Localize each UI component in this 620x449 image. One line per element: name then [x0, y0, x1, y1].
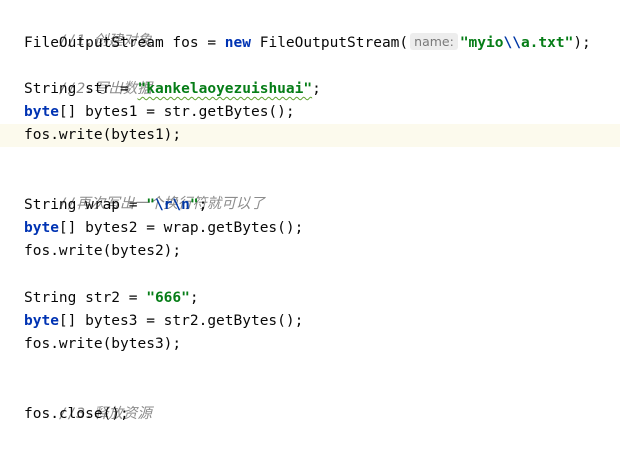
string-declaration: String str =	[24, 81, 138, 97]
code-line-6-current[interactable]: fos.write(bytes1);	[0, 124, 620, 147]
code-line-9[interactable]: String wrap = "\r\n";	[24, 194, 620, 217]
statement-end: ;	[312, 81, 321, 97]
constructor-call: FileOutputStream(	[251, 35, 409, 51]
write-call: fos.write(bytes1);	[24, 127, 182, 143]
code-line-15[interactable]: fos.write(bytes3);	[24, 333, 620, 356]
code-line-11[interactable]: fos.write(bytes2);	[24, 240, 620, 263]
keyword-byte: byte	[24, 104, 59, 120]
parameter-name-hint: name:	[410, 33, 458, 50]
keyword-new: new	[224, 35, 251, 51]
code-line-4[interactable]: String str = "kankelaoyezuishuai";	[24, 78, 620, 101]
statement-end: ;	[189, 290, 199, 306]
keyword-byte: byte	[24, 220, 59, 236]
write-call: fos.write(bytes2);	[24, 243, 182, 259]
string-literal-path-end: a.txt"	[520, 35, 574, 51]
byte-array-statement: [] bytes3 = str2.getBytes();	[58, 313, 304, 329]
string-literal-path-start: "myio	[459, 35, 504, 51]
keyword-byte: byte	[24, 313, 59, 329]
string-declaration: String wrap =	[24, 197, 147, 213]
string-literal-666: "666"	[146, 290, 190, 306]
string-quote-open: "	[146, 197, 155, 213]
code-editor[interactable]: //1.创建对象 FileOutputStream fos = new File…	[0, 0, 620, 433]
code-line-18[interactable]: fos.close();	[24, 403, 620, 426]
statement-end: ;	[198, 197, 208, 213]
code-line-8[interactable]: //再次写出一个换行符就可以了	[24, 170, 620, 212]
byte-array-statement: [] bytes1 = str.getBytes();	[58, 104, 295, 120]
code-line-1[interactable]: //1.创建对象	[24, 7, 620, 49]
string-escape-backslash: \\	[503, 35, 521, 51]
code-line-3[interactable]: //2.写出数据	[24, 55, 620, 97]
byte-array-statement: [] bytes2 = wrap.getBytes();	[58, 220, 304, 236]
code-line-14[interactable]: byte[] bytes3 = str2.getBytes();	[24, 310, 620, 333]
code-line-5[interactable]: byte[] bytes1 = str.getBytes();	[24, 101, 620, 124]
string-escape-crlf: \r\n	[154, 197, 190, 213]
code-line-10[interactable]: byte[] bytes2 = wrap.getBytes();	[24, 217, 620, 240]
close-call: fos.close();	[24, 406, 129, 422]
type-name: FileOutputStream	[24, 35, 164, 51]
string-declaration: String str2 =	[24, 290, 147, 306]
code-line-17[interactable]: //3.释放资源	[24, 380, 620, 422]
statement-end: );	[573, 35, 591, 51]
code-line-2[interactable]: FileOutputStream fos = new FileOutputStr…	[24, 32, 620, 55]
code-line-13[interactable]: String str2 = "666";	[24, 287, 620, 310]
string-literal-str: "kankelaoyezuishuai"	[137, 81, 313, 97]
string-quote-close: "	[189, 197, 199, 213]
write-call: fos.write(bytes3);	[24, 336, 182, 352]
variable-declaration: fos =	[163, 35, 225, 51]
